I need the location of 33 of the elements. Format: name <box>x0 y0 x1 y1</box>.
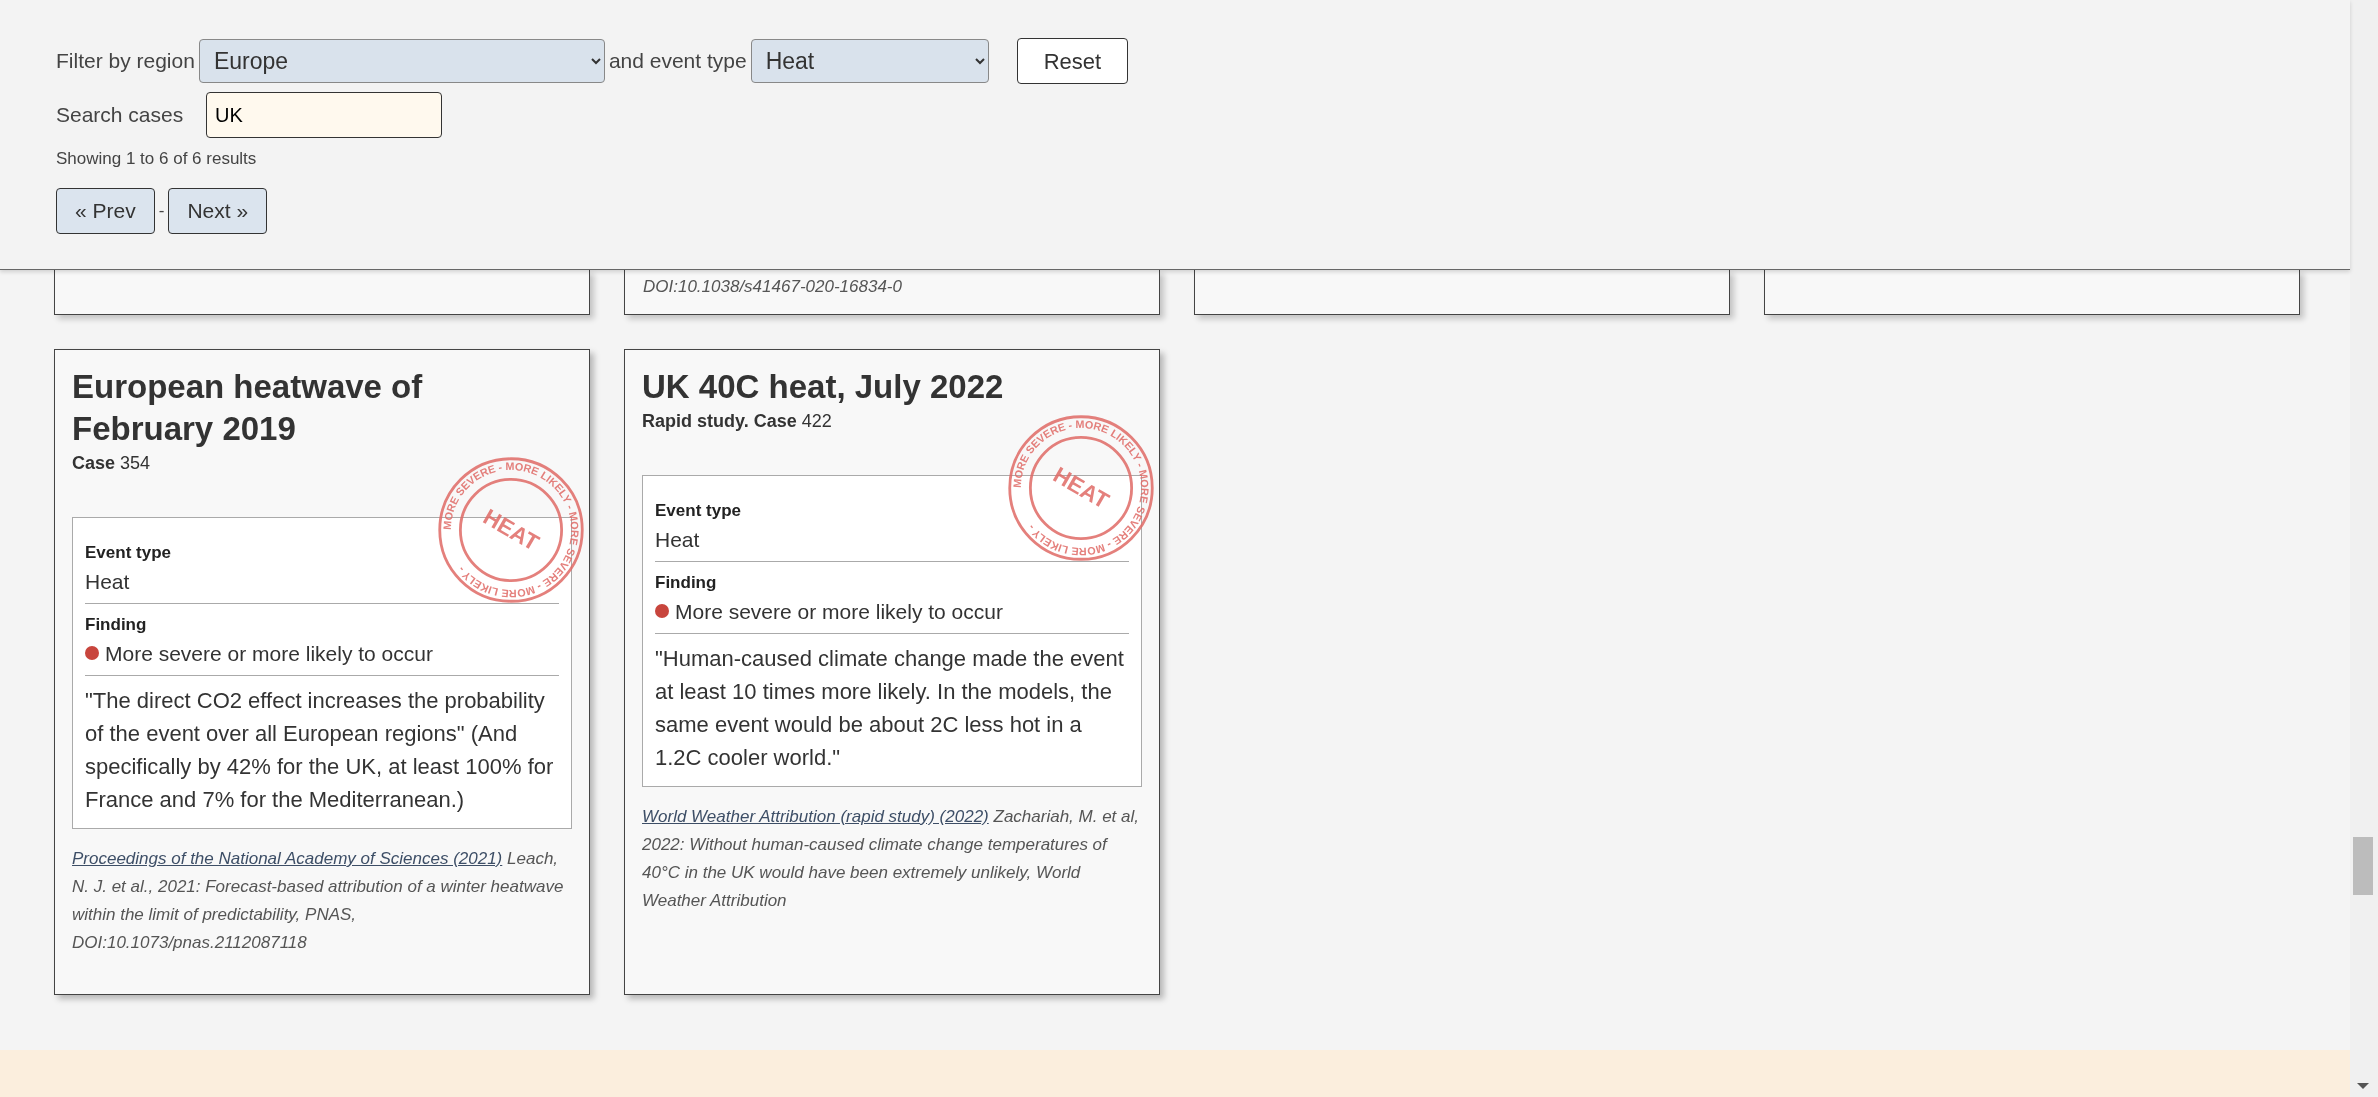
citation-text: DOI:10.1038/s41467-020-16834-0 <box>643 276 903 298</box>
field-label: Event type <box>85 542 171 564</box>
source-link[interactable]: Proceedings of the National Academy of Sciences (2021) <box>72 849 503 868</box>
quote-text: "Human-caused climate change made the event at least 10 times more likely. In the models, the same event would be about 2C less hot in a 1.2C cooler world." <box>655 645 1125 772</box>
filter-label: Filter by region <box>56 48 195 75</box>
case-title: European heatwave of February 2019 <box>72 367 424 449</box>
search-label: Search cases <box>56 102 185 129</box>
case-title: UK 40C heat, July 2022 <box>642 367 1004 407</box>
case-number: Rapid study. Case 422 <box>642 410 832 433</box>
reset-button[interactable]: Reset <box>1016 38 1129 84</box>
scroll-down-arrow[interactable] <box>2357 1083 2369 1089</box>
quote-text: "The direct CO2 effect increases the probability of the event over all European regions" (And specifically by 42% for the UK, at least 100% for France and 7% for the Mediterranean.) <box>85 687 555 814</box>
finding-text: More severe or more likely to occur <box>105 640 433 667</box>
field-label: Event type <box>655 500 741 522</box>
field-value: Heat <box>85 568 130 595</box>
case-number: Case 354 <box>72 452 151 475</box>
citation-text: Proceedings of the National Academy of Sciences (2021) Leach, N. J. et al., 2021: Forecast-based attribution of a winter heatwave within the limit of predictability, PNAS, DOI:10.1073/pnas.2112087118 <box>72 848 565 954</box>
next-button[interactable]: Next » <box>168 187 268 234</box>
filter-label: and event type <box>608 48 747 75</box>
prev-button[interactable]: « Prev <box>56 187 155 234</box>
field-label: Finding <box>85 614 147 636</box>
citation-text: World Weather Attribution (rapid study) (2022) Zachariah, M. et al, 2022: Without human-caused climate change temperatures of 40°C in the UK would have been extremely unlikely, World Weather Attribution <box>642 806 1140 912</box>
search-field[interactable]: UK <box>206 92 442 138</box>
separator: - <box>158 199 165 222</box>
field-value: Heat <box>655 526 700 553</box>
field-label: Finding <box>655 572 717 594</box>
scrollbar-thumb[interactable] <box>2353 837 2373 895</box>
results-count: Showing 1 to 6 of 6 results <box>56 148 258 170</box>
finding-text: More severe or more likely to occur <box>675 598 1003 625</box>
scrollbar[interactable] <box>2350 0 2378 1097</box>
event-type-select[interactable]: Heat <box>750 39 989 83</box>
source-link[interactable]: World Weather Attribution (rapid study) (2022) <box>642 807 989 826</box>
region-select[interactable]: Europe <box>198 39 605 83</box>
